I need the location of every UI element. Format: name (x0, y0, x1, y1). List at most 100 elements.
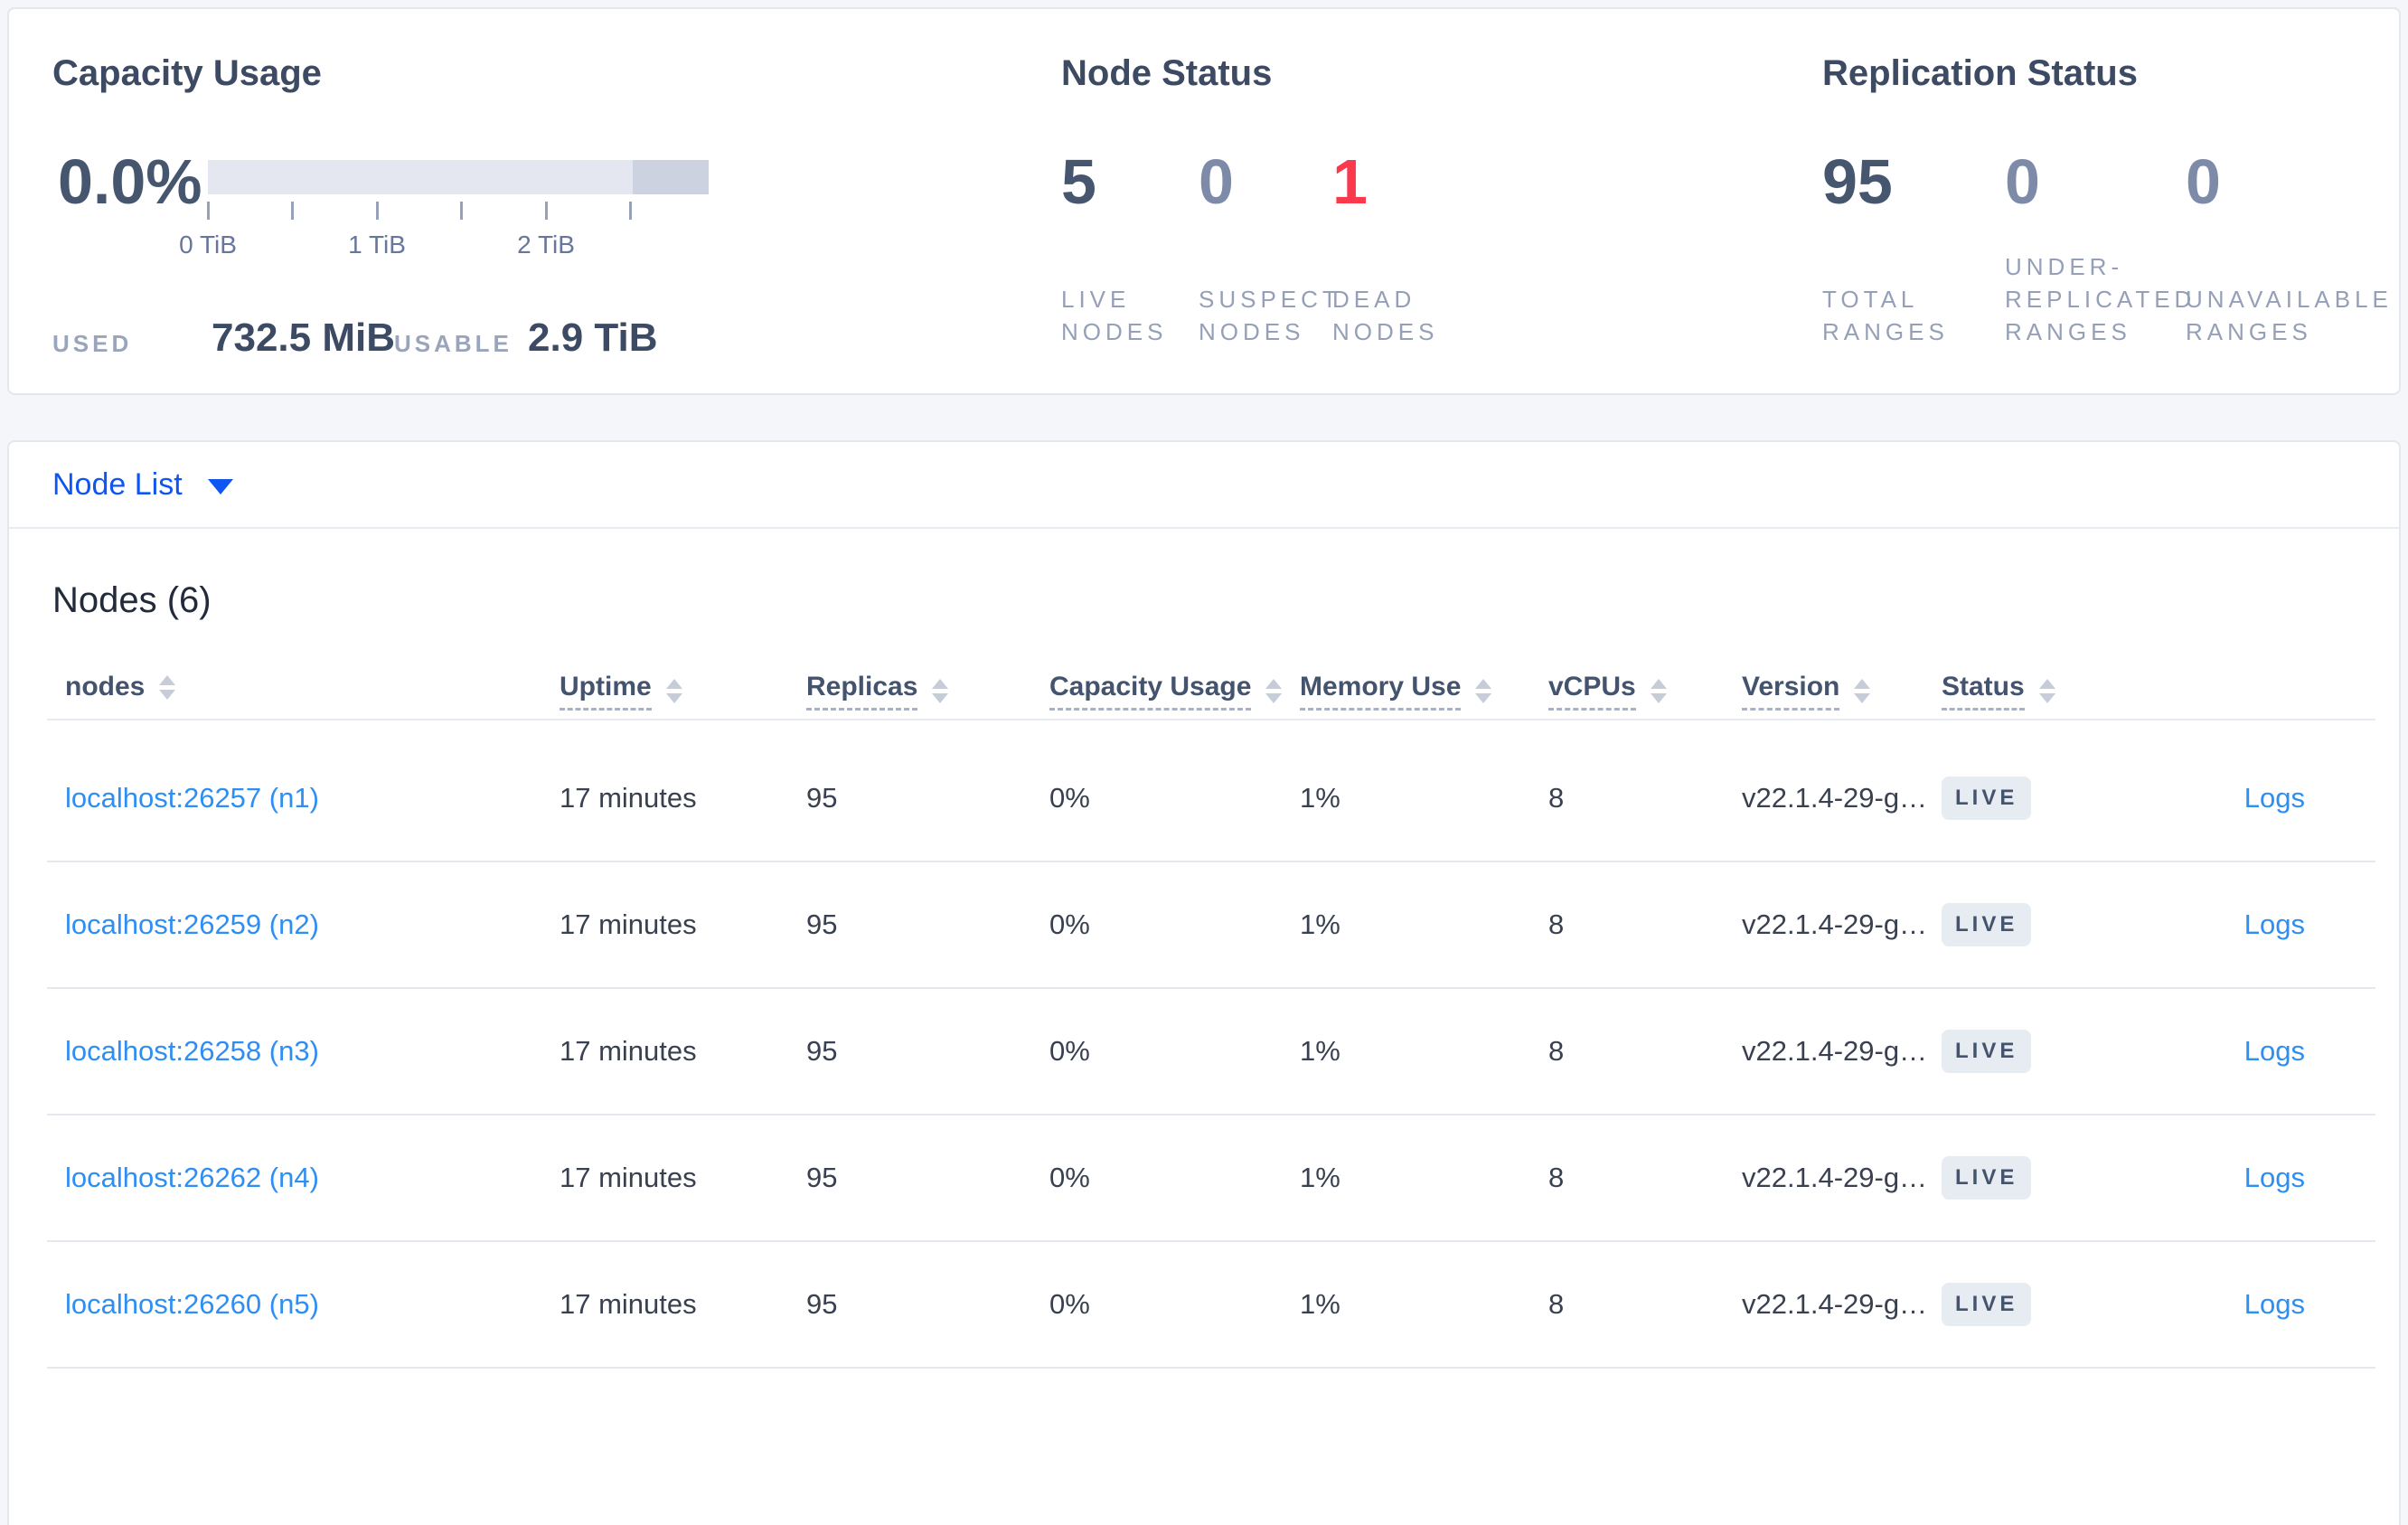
table-row: localhost:26258 (n3) 17 minutes 95 0% 1% 8 v22… (47, 989, 2375, 1116)
node-cell: localhost:26257 (n1) (65, 736, 319, 861)
memory-use-cell: 1% (1300, 1035, 1340, 1067)
stat-value: 5 (1061, 146, 1096, 217)
node-status-section: Node Status 5 0 1 LIVE NODES SUSPECT NODES DEA… (1061, 52, 1567, 359)
column-header-capacity-usage[interactable]: Capacity Usage (1049, 672, 1283, 711)
replicas-cell: 95 (806, 908, 838, 940)
table-row: localhost:26260 (n5) 17 minutes 95 0% 1% 8 v22… (47, 1242, 2375, 1369)
stat-label: SUSPECT NODES (1199, 286, 1341, 345)
logs-link[interactable]: Logs (2244, 736, 2305, 861)
stat-label: TOTAL RANGES (1822, 286, 1949, 345)
tick-mark (376, 202, 379, 220)
capacity-used-usable: USED 732.5 MiB USABLE 2.9 TiB (52, 315, 757, 370)
used-value: 732.5 MiB (212, 315, 395, 360)
tick-mark (629, 202, 632, 220)
capacity-section: Capacity Usage 0.0% 0 TiB 1 TiB 2 TiB US… (52, 52, 757, 360)
capacity-usage-cell: 0% (1049, 908, 1090, 940)
tick-label: 1 TiB (348, 231, 406, 259)
chevron-down-icon (207, 478, 233, 494)
sort-icon (159, 674, 176, 700)
node-list-dropdown-label: Node List (52, 466, 183, 502)
uptime-cell: 17 minutes (560, 1035, 697, 1067)
usable-label: USABLE (394, 330, 513, 357)
version-cell: v22.1.4-29-g… (1742, 908, 1928, 940)
vcpus-cell: 8 (1548, 1035, 1565, 1067)
tick-mark (545, 202, 548, 220)
status-badge: LIVE (1942, 903, 2032, 946)
uptime-cell: 17 minutes (560, 1288, 697, 1320)
capacity-usage-cell: 0% (1049, 1288, 1090, 1320)
stat-label: LIVE NODES (1061, 286, 1168, 345)
node-link[interactable]: localhost:26258 (n3) (65, 1035, 319, 1068)
column-header-label: vCPUs (1548, 672, 1636, 711)
status-cell: LIVE (1942, 736, 2032, 861)
status-badge: LIVE (1942, 1030, 2032, 1073)
sort-icon (1854, 679, 1871, 703)
column-header-version[interactable]: Version (1742, 672, 1871, 711)
sort-icon (1475, 679, 1492, 703)
column-header-uptime[interactable]: Uptime (560, 672, 682, 711)
version-cell: v22.1.4-29-g… (1742, 782, 1928, 814)
stat-label: UNDER- REPLICATED RANGES (2005, 253, 2196, 345)
sort-icon (665, 679, 682, 703)
column-header-vcpus[interactable]: vCPUs (1548, 672, 1667, 711)
node-cell: localhost:26259 (n2) (65, 862, 319, 987)
memory-use-cell: 1% (1300, 908, 1340, 940)
sort-icon (2038, 679, 2055, 703)
version-cell: v22.1.4-29-g… (1742, 1035, 1928, 1067)
table-body: localhost:26257 (n1) 17 minutes 95 0% 1% 8 v22… (47, 736, 2375, 1369)
replication-status-labels: TOTAL RANGES UNDER- REPLICATED RANGES UNAVAIL… (1822, 250, 2388, 348)
capacity-title: Capacity Usage (52, 53, 322, 93)
node-link[interactable]: localhost:26262 (n4) (65, 1162, 319, 1194)
tick-mark (460, 202, 463, 220)
tick-mark (291, 202, 294, 220)
tick-label: 2 TiB (517, 231, 575, 259)
status-cell: LIVE (1942, 862, 2032, 987)
capacity-bar (208, 160, 709, 194)
logs-link[interactable]: Logs (2244, 1116, 2305, 1240)
tick-label: 0 TiB (179, 231, 237, 259)
status-badge: LIVE (1942, 777, 2032, 820)
node-link[interactable]: localhost:26259 (n2) (65, 908, 319, 941)
sort-icon (1265, 679, 1283, 703)
replication-status-title: Replication Status (1822, 53, 2138, 93)
node-list-dropdown[interactable]: Node List (52, 442, 233, 527)
stat-value: 0 (1199, 146, 1234, 217)
node-cell: localhost:26260 (n5) (65, 1242, 319, 1367)
version-cell: v22.1.4-29-g… (1742, 1288, 1928, 1320)
logs-link[interactable]: Logs (2244, 1242, 2305, 1367)
node-list-card: Node List Nodes (6) nodes Uptime Replicas C… (7, 440, 2401, 1525)
node-link[interactable]: localhost:26260 (n5) (65, 1288, 319, 1321)
stat-label: DEAD NODES (1332, 286, 1439, 345)
logs-link[interactable]: Logs (2244, 862, 2305, 987)
view-selector-row: Node List (9, 442, 2399, 529)
table-row: localhost:26257 (n1) 17 minutes 95 0% 1% 8 v22… (47, 736, 2375, 862)
vcpus-cell: 8 (1548, 1162, 1565, 1193)
column-header-replicas[interactable]: Replicas (806, 672, 949, 711)
column-header-label: nodes (65, 672, 146, 701)
column-header-memory-use[interactable]: Memory Use (1300, 672, 1492, 711)
replicas-cell: 95 (806, 1162, 838, 1193)
usable-value: 2.9 TiB (528, 315, 658, 360)
stat-label: UNAVAILABLE RANGES (2186, 286, 2393, 345)
status-badge: LIVE (1942, 1283, 2032, 1326)
column-header-label: Version (1742, 672, 1840, 711)
version-cell: v22.1.4-29-g… (1742, 1162, 1928, 1193)
column-header-label: Uptime (560, 672, 652, 711)
capacity-bar-dark-segment (633, 160, 709, 194)
memory-use-cell: 1% (1300, 1288, 1340, 1320)
summary-card: Capacity Usage 0.0% 0 TiB 1 TiB 2 TiB US… (7, 7, 2401, 395)
node-link[interactable]: localhost:26257 (n1) (65, 782, 319, 814)
logs-link[interactable]: Logs (2244, 989, 2305, 1114)
table-row: localhost:26262 (n4) 17 minutes 95 0% 1% 8 v22… (47, 1116, 2375, 1242)
stat-value: 1 (1332, 146, 1368, 217)
tick-mark (207, 202, 210, 220)
vcpus-cell: 8 (1548, 1288, 1565, 1320)
column-header-nodes[interactable]: nodes (65, 672, 176, 702)
memory-use-cell: 1% (1300, 1162, 1340, 1193)
column-header-label: Memory Use (1300, 672, 1462, 711)
replicas-cell: 95 (806, 1288, 838, 1320)
node-status-title: Node Status (1061, 53, 1273, 93)
column-header-status[interactable]: Status (1942, 672, 2055, 711)
column-header-label: Capacity Usage (1049, 672, 1252, 711)
node-cell: localhost:26258 (n3) (65, 989, 319, 1114)
